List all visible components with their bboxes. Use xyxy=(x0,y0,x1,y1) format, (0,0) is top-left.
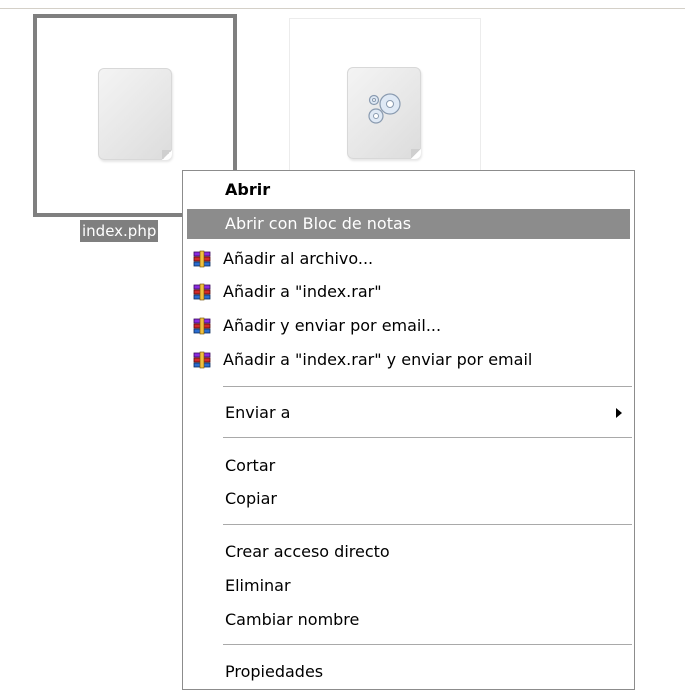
file-name-label[interactable]: index.php xyxy=(80,220,159,242)
menu-item-label: Propiedades xyxy=(225,662,324,681)
menu-item-label: Abrir con Bloc de notas xyxy=(225,214,412,233)
menu-item-label: Cambiar nombre xyxy=(225,610,360,629)
menu-item-label: Crear acceso directo xyxy=(225,542,390,561)
menu-item-open[interactable]: Abrir xyxy=(187,175,630,205)
context-menu: Abrir Abrir con Bloc de notas Añadir al … xyxy=(182,170,635,690)
menu-item-add-and-email[interactable]: Añadir y enviar por email... xyxy=(187,311,630,341)
menu-item-label: Añadir y enviar por email... xyxy=(223,316,442,335)
menu-item-label: Copiar xyxy=(225,489,277,508)
menu-item-copy[interactable]: Copiar xyxy=(187,484,630,514)
gears-icon xyxy=(368,93,401,124)
winrar-icon xyxy=(193,317,211,335)
menu-separator xyxy=(223,524,632,526)
menu-item-label: Cortar xyxy=(225,456,276,475)
menu-item-rename[interactable]: Cambiar nombre xyxy=(187,605,630,635)
menu-item-send-to[interactable]: Enviar a xyxy=(187,398,630,428)
settings-file-icon xyxy=(347,67,421,159)
menu-separator xyxy=(223,386,632,388)
menu-item-open-with-notepad[interactable]: Abrir con Bloc de notas xyxy=(187,209,630,239)
menu-separator xyxy=(223,437,632,439)
php-file-icon xyxy=(98,68,172,160)
menu-item-add-to-index-rar[interactable]: Añadir a "index.rar" xyxy=(187,277,630,307)
menu-item-properties[interactable]: Propiedades xyxy=(187,657,630,687)
submenu-arrow-icon xyxy=(616,408,622,418)
winrar-icon xyxy=(193,351,211,369)
menu-separator xyxy=(223,644,632,646)
winrar-icon xyxy=(193,250,211,268)
winrar-icon xyxy=(193,283,211,301)
menu-item-delete[interactable]: Eliminar xyxy=(187,571,630,601)
menu-item-cut[interactable]: Cortar xyxy=(187,451,630,481)
menu-item-label: Añadir al archivo... xyxy=(223,249,374,268)
menu-item-create-shortcut[interactable]: Crear acceso directo xyxy=(187,537,630,567)
menu-item-label: Añadir a "index.rar" y enviar por email xyxy=(223,350,533,369)
menu-item-label: Abrir xyxy=(225,180,271,199)
menu-item-add-to-archive[interactable]: Añadir al archivo... xyxy=(187,244,630,274)
menu-item-label: Enviar a xyxy=(225,403,291,422)
window-edge-line xyxy=(0,8,685,9)
menu-item-label: Eliminar xyxy=(225,576,291,595)
menu-item-add-to-index-rar-and-email[interactable]: Añadir a "index.rar" y enviar por email xyxy=(187,345,630,375)
menu-item-label: Añadir a "index.rar" xyxy=(223,282,382,301)
